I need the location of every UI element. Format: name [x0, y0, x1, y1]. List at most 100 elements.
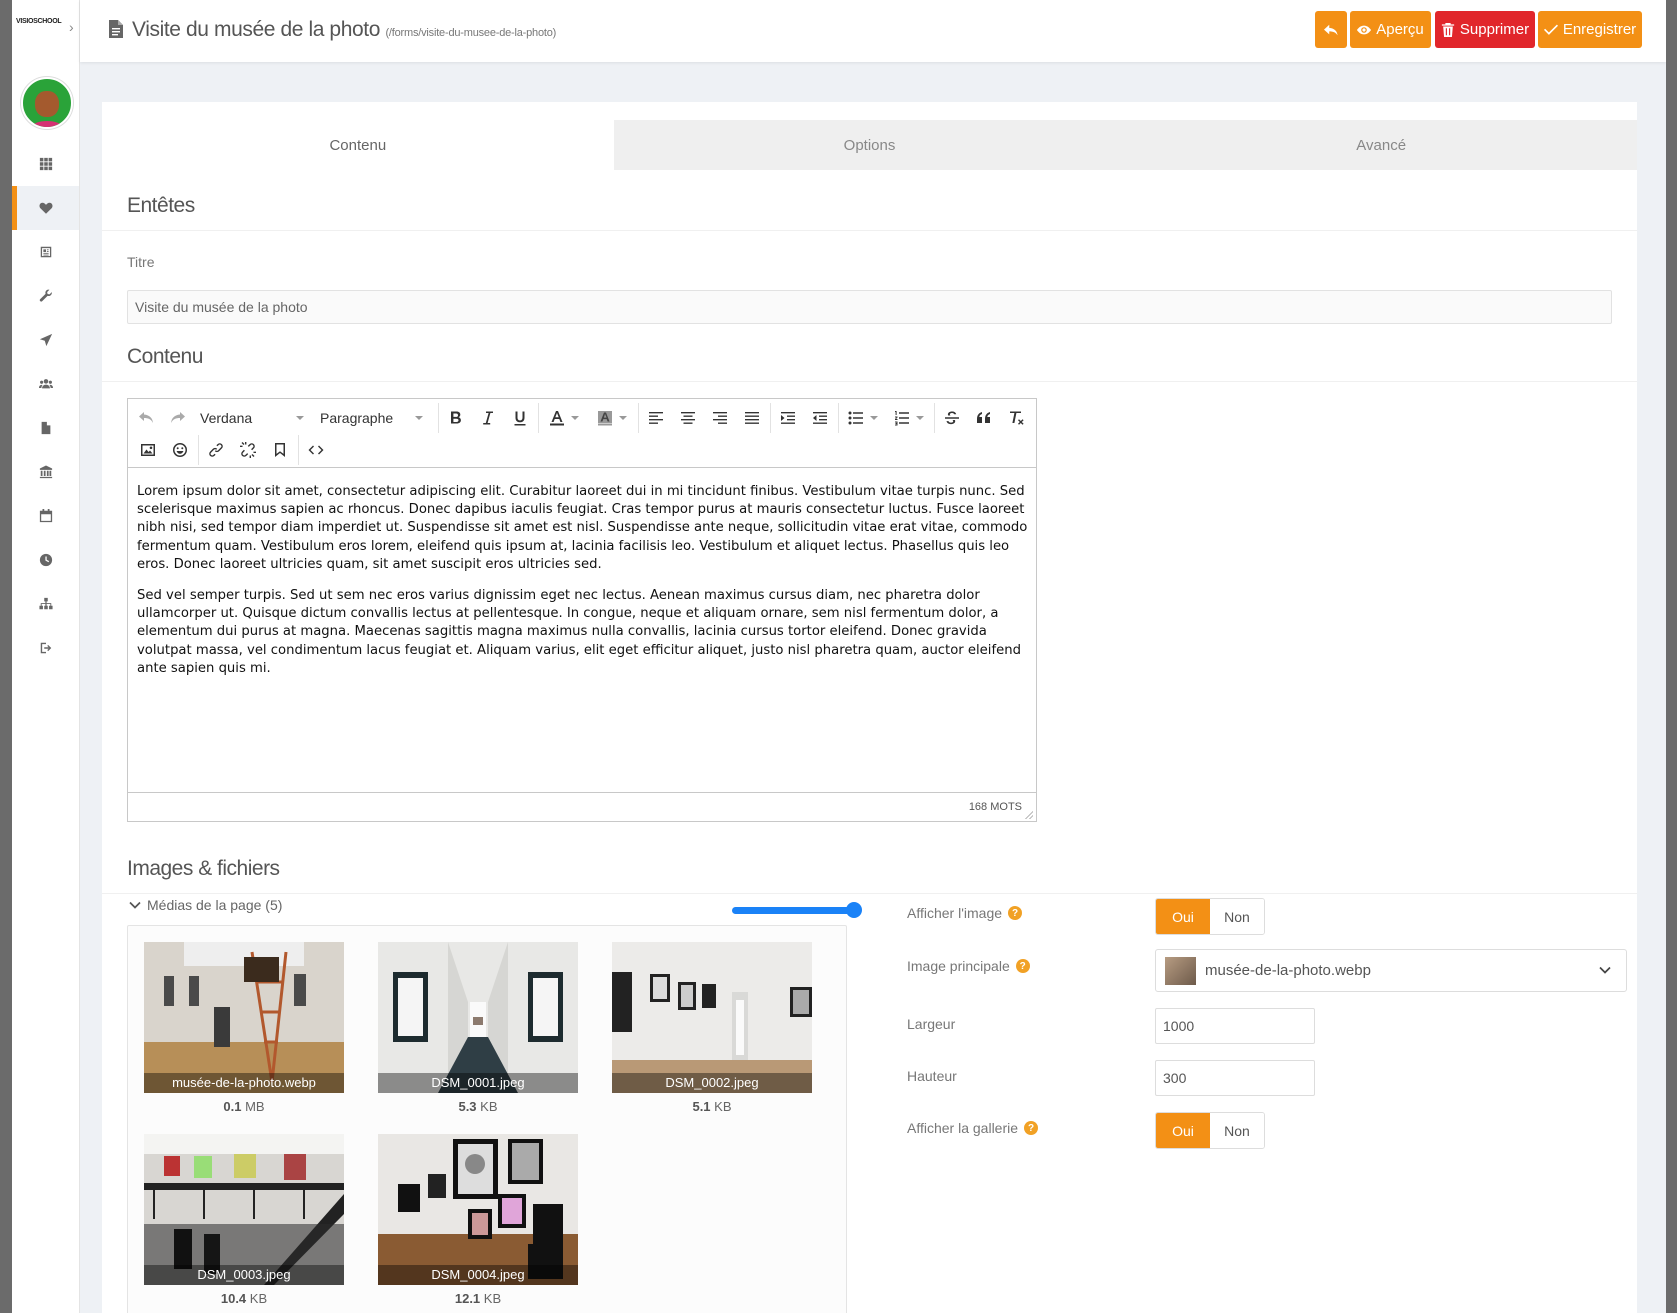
align-left-icon[interactable] [642, 403, 670, 433]
user-avatar[interactable] [21, 77, 73, 129]
check-icon [1543, 24, 1558, 35]
section-title-media: Images & fichiers [127, 857, 280, 880]
show-image-yes[interactable]: Oui [1156, 899, 1210, 934]
align-right-icon[interactable] [706, 403, 734, 433]
height-label: Hauteur [907, 1068, 957, 1084]
show-image-no[interactable]: Non [1210, 899, 1264, 934]
save-button-label: Enregistrer [1562, 21, 1637, 38]
media-filename: musée-de-la-photo.webp [144, 1073, 344, 1093]
app-logo[interactable]: VISIOSCHOOL [16, 18, 66, 38]
clear-formatting-icon[interactable] [1002, 403, 1030, 433]
delete-button[interactable]: Supprimer [1435, 11, 1535, 48]
title-input[interactable]: Visite du musée de la photo [127, 290, 1612, 324]
editor-paragraph: Sed vel semper turpis. Sed ut sem nec er… [137, 588, 1021, 676]
nav-history-icon[interactable] [12, 538, 79, 582]
bold-icon[interactable] [442, 403, 470, 433]
media-thumbnail[interactable]: DSM_0004.jpeg [378, 1134, 578, 1285]
page-title: Visite du musée de la photo (/forms/visi… [132, 18, 556, 42]
help-icon[interactable]: ? [1015, 959, 1030, 973]
source-code-icon[interactable] [302, 435, 330, 465]
sidebar-expand-icon[interactable]: › [69, 19, 74, 35]
outdent-icon[interactable] [806, 403, 834, 433]
media-filename: DSM_0002.jpeg [612, 1073, 812, 1093]
redo-icon[interactable] [164, 403, 190, 433]
sidebar-nav [12, 142, 79, 670]
main-image-thumbnail [1165, 956, 1196, 985]
toolbar-separator [538, 403, 539, 433]
toolbar-separator [438, 403, 439, 433]
align-justify-icon[interactable] [738, 403, 766, 433]
undo-icon[interactable] [134, 403, 160, 433]
show-gallery-yes[interactable]: Oui [1156, 1113, 1210, 1148]
unlink-icon[interactable] [234, 435, 262, 465]
bullet-list-icon[interactable] [842, 403, 884, 433]
numbered-list-icon[interactable] [888, 403, 930, 433]
nav-favorites-icon[interactable] [12, 186, 79, 230]
blockquote-icon[interactable] [970, 403, 998, 433]
italic-icon[interactable] [474, 403, 502, 433]
preview-button[interactable]: Aperçu [1350, 11, 1431, 48]
media-filesize: 0.1 MB [223, 1099, 265, 1114]
page-path: (/forms/visite-du-musee-de-la-photo) [385, 27, 557, 39]
top-bar: Visite du musée de la photo (/forms/visi… [80, 0, 1666, 62]
help-icon[interactable]: ? [1024, 1121, 1039, 1135]
nav-sitemap-icon[interactable] [12, 582, 79, 626]
divider [102, 230, 1637, 231]
delete-button-label: Supprimer [1459, 21, 1530, 38]
tab-bar: Contenu Options Avancé [102, 120, 1638, 170]
block-format-select[interactable]: Paragraphe [320, 403, 430, 433]
media-toggle[interactable]: Médias de la page (5) [129, 897, 282, 913]
word-count: 168 MOTS [968, 801, 1022, 813]
nav-pages-icon[interactable] [12, 406, 79, 450]
background-color-icon[interactable] [590, 403, 634, 433]
tab-avance[interactable]: Avancé [1125, 120, 1638, 170]
font-family-select[interactable]: Verdana [200, 403, 310, 433]
back-button[interactable] [1315, 11, 1347, 48]
media-thumbnail[interactable]: DSM_0003.jpeg [144, 1134, 344, 1285]
show-gallery-no[interactable]: Non [1210, 1113, 1264, 1148]
media-thumbnail[interactable]: DSM_0002.jpeg [612, 942, 812, 1093]
underline-icon[interactable] [506, 403, 534, 433]
main-image-select[interactable]: musée-de-la-photo.webp [1155, 949, 1627, 992]
editor-content[interactable]: Lorem ipsum dolor sit amet, consectetur … [137, 483, 1029, 691]
media-thumbnail[interactable]: musée-de-la-photo.webp [144, 942, 344, 1093]
width-input[interactable]: 1000 [1155, 1008, 1315, 1044]
link-icon[interactable] [202, 435, 230, 465]
show-gallery-toggle: Oui Non [1155, 1112, 1265, 1149]
tab-options[interactable]: Options [613, 120, 1126, 170]
font-family-value: Verdana [200, 410, 253, 426]
align-center-icon[interactable] [674, 403, 702, 433]
nav-news-icon[interactable] [12, 230, 79, 274]
slider-handle[interactable] [846, 902, 862, 918]
resize-handle-icon[interactable] [1025, 810, 1034, 819]
help-icon[interactable]: ? [1008, 906, 1023, 920]
media-filesize: 12.1 KB [454, 1291, 502, 1306]
thumbnail-size-slider[interactable] [732, 907, 852, 914]
tab-contenu[interactable]: Contenu [102, 120, 614, 170]
media-filesize: 5.1 KB [692, 1099, 732, 1114]
media-filename: DSM_0004.jpeg [378, 1265, 578, 1285]
nav-institution-icon[interactable] [12, 450, 79, 494]
toolbar-separator [770, 403, 771, 433]
text-color-icon[interactable] [542, 403, 586, 433]
nav-tools-icon[interactable] [12, 274, 79, 318]
main-image-label: Image principale ? [907, 958, 1030, 974]
media-filesize: 10.4 KB [220, 1291, 268, 1306]
height-input[interactable]: 300 [1155, 1060, 1315, 1096]
nav-calendar-icon[interactable] [12, 494, 79, 538]
media-thumbnail[interactable]: DSM_0001.jpeg [378, 942, 578, 1093]
toolbar-separator [298, 435, 299, 465]
indent-icon[interactable] [774, 403, 802, 433]
nav-send-icon[interactable] [12, 318, 79, 362]
bookmark-icon[interactable] [266, 435, 294, 465]
reply-icon [1324, 24, 1338, 35]
trash-icon [1441, 22, 1455, 37]
nav-dashboard-icon[interactable] [12, 142, 79, 186]
nav-logout-icon[interactable] [12, 626, 79, 670]
insert-image-icon[interactable] [134, 435, 162, 465]
strikethrough-icon[interactable] [938, 403, 966, 433]
show-image-label: Afficher l'image ? [907, 905, 1023, 921]
save-button[interactable]: Enregistrer [1538, 11, 1642, 48]
emoji-icon[interactable] [166, 435, 194, 465]
nav-users-icon[interactable] [12, 362, 79, 406]
